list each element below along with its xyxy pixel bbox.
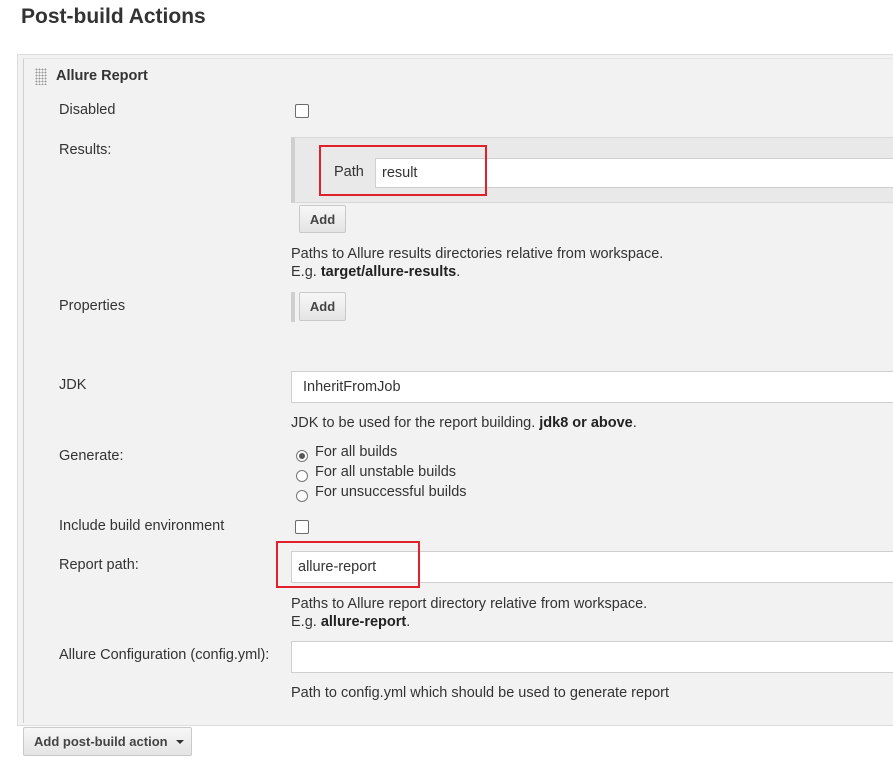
drag-handle-icon[interactable] [35,68,47,85]
properties-add-button[interactable]: Add [299,292,346,321]
allure-config-help: Path to config.yml which should be used … [291,685,670,701]
disabled-checkbox[interactable] [295,104,309,118]
generate-label: Generate: [59,448,124,464]
disabled-label: Disabled [59,102,116,118]
radio-unsuccessful-builds-label[interactable]: For unsuccessful builds [315,484,467,500]
add-post-build-action-label: Add post-build action [34,734,168,749]
jdk-input[interactable] [291,371,893,403]
report-path-label: Report path: [59,557,139,573]
radio-unsuccessful-builds[interactable] [296,490,308,502]
results-help: Paths to Allure results directories rela… [291,246,664,280]
path-label: Path [334,164,364,180]
section-title: Post-build Actions [21,5,206,28]
results-path-input[interactable] [375,158,893,188]
report-path-help: Paths to Allure report directory relativ… [291,596,648,630]
jdk-help: JDK to be used for the report building. … [291,415,637,431]
radio-all-builds[interactable] [296,450,308,462]
properties-repeat-bar [291,292,295,322]
properties-label: Properties [59,298,126,314]
include-build-env-label: Include build environment [59,518,225,534]
jdk-label: JDK [59,377,87,393]
results-label: Results: [59,142,112,158]
report-path-input[interactable] [291,551,893,583]
caret-down-icon [175,739,184,744]
results-add-button[interactable]: Add [299,205,346,233]
allure-config-label: Allure Configuration (config.yml): [59,647,270,663]
radio-unstable-builds-label[interactable]: For all unstable builds [315,464,456,480]
radio-all-builds-label[interactable]: For all builds [315,444,397,460]
include-build-env-checkbox[interactable] [295,520,309,534]
allure-config-input[interactable] [291,641,893,673]
radio-unstable-builds[interactable] [296,470,308,482]
block-title: Allure Report [56,68,148,84]
add-post-build-action-button[interactable]: Add post-build action [23,727,192,756]
